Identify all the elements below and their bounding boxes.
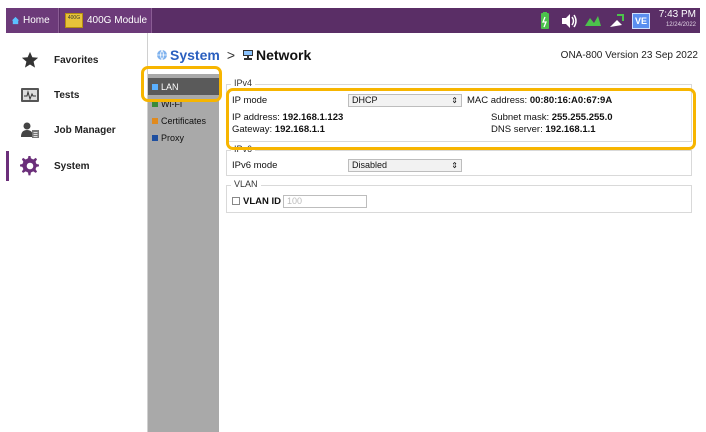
app-window: { "topbar": { "home_label": "Home", "mod…	[0, 0, 706, 432]
breadcrumb: System > Network	[156, 45, 311, 65]
globe-icon	[157, 49, 167, 61]
nav-item-job-manager[interactable]: Job Manager	[6, 115, 148, 145]
nav-label: Tests	[54, 89, 80, 101]
module-tab[interactable]: 400G 400G Module	[60, 8, 152, 33]
breadcrumb-system-link[interactable]: System	[170, 47, 220, 63]
nav-item-system[interactable]: System	[6, 151, 148, 181]
nav-label: Favorites	[54, 54, 99, 66]
nav-item-tests[interactable]: Tests	[6, 80, 148, 110]
version-label: ONA-800 Version 23 Sep 2022	[560, 50, 698, 61]
ipv4-title: IPv4	[231, 78, 256, 88]
ipv6-group: IPv6 IPv6 mode Disabled ⇕	[226, 144, 692, 176]
select-arrow-icon: ⇕	[451, 161, 458, 170]
clock-date: 12/24/2022	[665, 22, 696, 28]
battery-icon[interactable]	[536, 11, 554, 30]
module-icon: 400G	[65, 13, 83, 28]
network-submenu: LAN Wi-Fi Certificates Proxy	[148, 74, 219, 432]
vlan-id-input[interactable]: 100	[283, 195, 367, 208]
ipv6-mode-label: IPv6 mode	[232, 160, 278, 171]
nav-item-favorites[interactable]: Favorites	[6, 45, 148, 75]
tests-icon	[20, 85, 40, 105]
submenu-label: Proxy	[161, 132, 185, 143]
network-activity-icon[interactable]	[584, 12, 602, 30]
home-button[interactable]: Home	[6, 8, 59, 33]
proxy-icon	[152, 134, 158, 141]
clock-time: 7:43 PM	[658, 9, 696, 20]
page-title: Network	[256, 47, 312, 63]
network-icon	[243, 50, 253, 60]
vlan-id-label: VLAN ID	[243, 196, 281, 207]
ipv6-mode-value: Disabled	[352, 160, 388, 170]
submenu-label: Certificates	[161, 115, 207, 126]
certificate-icon	[152, 117, 158, 124]
clock: 7:43 PM 12/24/2022	[659, 10, 696, 30]
ve-badge[interactable]: VE	[632, 12, 650, 29]
ipv4-highlight	[226, 88, 696, 150]
breadcrumb-separator: >	[226, 47, 235, 63]
home-label: Home	[23, 15, 50, 26]
vlan-title: VLAN	[231, 179, 261, 189]
submenu-item-proxy[interactable]: Proxy	[148, 129, 219, 146]
star-icon	[20, 50, 40, 70]
vlan-id-row: VLAN ID	[232, 196, 281, 207]
remote-connection-icon[interactable]	[608, 12, 626, 30]
speaker-icon[interactable]	[560, 12, 578, 30]
status-icons: VE	[536, 11, 650, 30]
vlan-id-checkbox[interactable]	[232, 197, 240, 205]
nav-label: Job Manager	[54, 124, 116, 136]
home-icon	[11, 16, 20, 25]
nav-label: System	[54, 160, 90, 172]
top-status-bar: Home 400G 400G Module VE 7:43 PM 12/24/2…	[6, 8, 700, 33]
submenu-item-certificates[interactable]: Certificates	[148, 112, 219, 129]
lan-highlight	[141, 66, 222, 102]
vlan-group: VLAN VLAN ID 100	[226, 179, 692, 213]
left-navigation: Favorites Tests Job Manager System	[6, 33, 148, 432]
ipv6-mode-select[interactable]: Disabled ⇕	[348, 159, 462, 172]
gear-icon	[20, 156, 40, 176]
vlan-id-placeholder: 100	[287, 196, 303, 206]
job-manager-icon	[20, 120, 40, 140]
module-label: 400G Module	[87, 15, 148, 26]
